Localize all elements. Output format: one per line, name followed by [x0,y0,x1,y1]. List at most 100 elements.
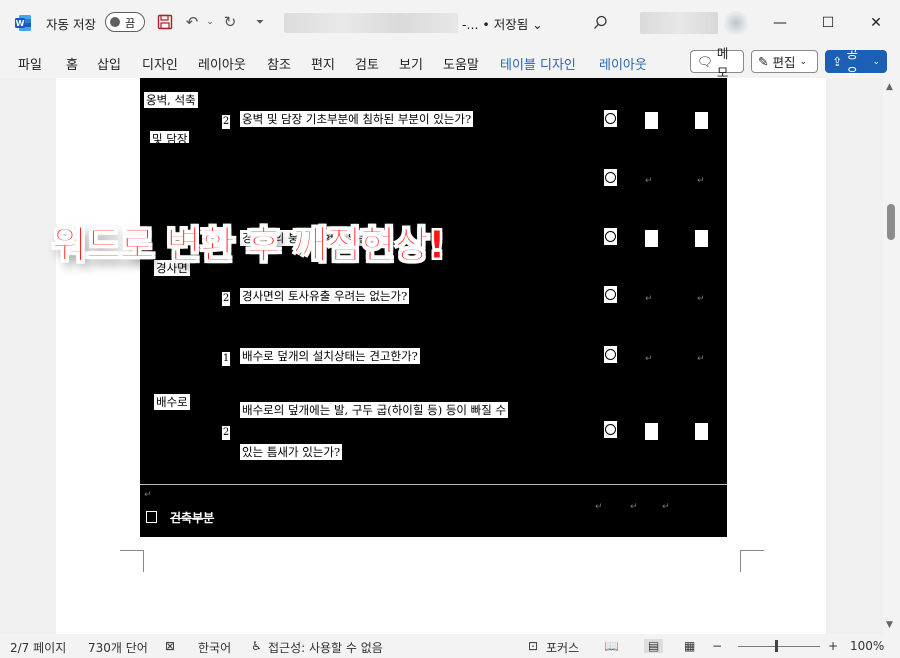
zoom-level[interactable]: 100% [850,639,884,653]
undo-dropdown-icon[interactable]: ⌄ [200,12,220,32]
question-text-continued: 있는 틈새가 있는가? [240,444,343,460]
return-mark: ↵ [630,502,638,512]
redo-icon[interactable]: ↻ [220,12,240,32]
vertical-scrollbar[interactable]: ▲ ▼ [883,78,900,634]
toggle-knob [110,17,120,27]
comment-icon: 🗨 [697,53,713,69]
return-mark: ↵ [645,294,653,304]
ribbon-tabs: 파일 홈 삽입 디자인 레이아웃 참조 편지 검토 보기 도움말 테이블 디자인… [0,46,900,80]
accessibility-status[interactable]: 접근성: 사용할 수 없음 [268,639,383,656]
undo-icon[interactable]: ↶ [182,12,202,32]
share-button[interactable]: ⇪ 공유 ⌄ [825,46,887,80]
return-mark: ↵ [697,294,705,304]
error-annotation-banner: 워드로 변환 후 깨짐현상! [52,223,447,268]
check-circle [604,421,617,438]
zoom-slider-track[interactable] [738,646,820,647]
autosave-toggle[interactable]: 끔 [105,12,145,32]
chevron-down-icon: ⌄ [799,56,808,67]
maximize-icon[interactable]: ☐ [813,10,843,36]
search-icon[interactable] [590,12,610,32]
tab-mailings[interactable]: 편지 [311,54,335,73]
word-count[interactable]: 730개 단어 [88,639,148,656]
word-logo-icon: W [15,15,31,31]
section-checkbox[interactable] [146,511,157,523]
tab-table-design[interactable]: 테이블 디자인 [500,54,576,73]
question-text: 배수로의 덮개에는 발, 구두 굽(하이힐 등) 등이 빠질 수 [240,402,509,418]
category-retaining-wall: 옹벽, 석축 [144,92,198,108]
row-number: 2 [222,292,230,306]
user-name-redacted[interactable] [640,12,718,34]
print-layout-icon[interactable]: ▤ [644,639,664,653]
corrupted-table[interactable]: 옹벽, 석축 2 옹벽 및 담장 기초부분에 침하된 부분이 있는가? 및 담장… [140,78,727,537]
return-mark: ↵ [595,502,603,512]
document-title-redacted [284,13,458,33]
category-drainage: 배수로 [154,394,190,410]
pencil-icon: ✎ [758,54,769,69]
tab-help[interactable]: 도움말 [443,54,479,73]
language-indicator[interactable]: 한국어 [198,639,231,656]
check-circle [604,228,617,245]
tab-table-layout[interactable]: 레이아웃 [599,54,647,73]
share-icon: ⇪ [832,54,843,69]
return-mark: ↵ [697,176,705,186]
tab-insert[interactable]: 삽입 [97,54,121,73]
document-page[interactable]: 옹벽, 석축 2 옹벽 및 담장 기초부분에 침하된 부분이 있는가? 및 담장… [56,78,826,634]
check-box-cell [695,112,708,129]
scroll-down-icon[interactable]: ▼ [886,620,893,630]
minimize-icon[interactable]: — [765,10,795,36]
document-area[interactable]: 옹벽, 석축 2 옹벽 및 담장 기초부분에 침하된 부분이 있는가? 및 담장… [0,78,883,634]
autosave-label: 자동 저장 [46,17,96,32]
tab-references[interactable]: 참조 [267,54,291,73]
toggle-state: 끔 [125,17,136,30]
check-box-cell [695,230,708,247]
check-box-cell [645,230,658,247]
tab-layout[interactable]: 레이아웃 [198,54,246,73]
check-circle [604,169,617,186]
avatar[interactable] [724,11,748,35]
tab-review[interactable]: 검토 [355,54,379,73]
question-text: 경사면의 토사유출 우려는 없는가? [240,288,410,304]
check-box-cell [645,112,658,129]
tab-view[interactable]: 보기 [399,54,423,73]
focus-icon: ⊡ [528,639,539,653]
focus-mode-button[interactable]: 포커스 [546,639,579,656]
customize-toolbar-icon[interactable]: ⏷ [250,12,270,32]
tab-design[interactable]: 디자인 [142,54,178,73]
check-circle [604,346,617,363]
page-crop-mark [740,550,764,572]
save-icon[interactable] [155,12,175,32]
return-mark: ↵ [697,354,705,364]
row-number: 2 [222,426,230,440]
check-circle [604,286,617,303]
return-mark: ↵ [662,502,670,512]
category-fence: 및 담장 [150,131,190,143]
comments-button[interactable]: 🗨 메모 [690,46,744,80]
check-box-cell [695,423,708,440]
section-title: 건축부분 [170,511,215,525]
question-text: 옹벽 및 담장 기초부분에 침하된 부분이 있는가? [240,111,474,127]
check-box-cell [645,423,658,440]
scroll-up-icon[interactable]: ▲ [886,82,893,92]
table-border-line [140,484,727,485]
title-bar: W 자동 저장 끔 ↶ ⌄ ↻ ⏷ -... • 저장됨 ⌄ — ☐ ✕ [0,0,900,46]
zoom-slider-thumb[interactable] [775,640,778,652]
tab-file[interactable]: 파일 [18,54,42,73]
read-mode-icon[interactable]: 📖 [604,639,619,653]
svg-text:W: W [16,19,25,28]
close-icon[interactable]: ✕ [861,10,891,36]
row-number: 1 [222,352,230,366]
editing-mode-button[interactable]: ✎ 편집 ⌄ [751,50,818,73]
return-mark: ↵ [144,490,152,500]
return-mark: ↵ [645,176,653,186]
proofing-icon[interactable]: ⊠ [165,639,175,653]
document-title[interactable]: -... • 저장됨 ⌄ [462,14,543,33]
chevron-down-icon: ⌄ [532,17,543,32]
web-layout-icon[interactable]: ▦ [684,639,695,653]
zoom-in-icon[interactable]: + [828,639,838,653]
tab-home[interactable]: 홈 [66,54,78,73]
accessibility-icon: ♿ [251,639,262,653]
zoom-out-icon[interactable]: − [712,639,722,653]
check-circle [604,110,617,127]
scroll-thumb[interactable] [887,204,895,240]
page-counter[interactable]: 2/7 페이지 [10,639,66,656]
